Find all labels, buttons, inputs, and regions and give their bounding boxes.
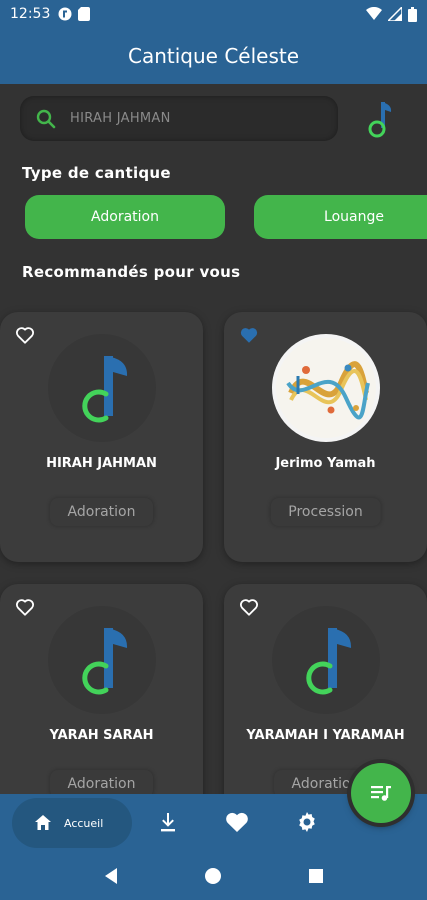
song-name: YARAMAH I YARAMAH [246, 728, 405, 743]
music-note-icon [306, 628, 352, 695]
song-type-badge: Procession [270, 498, 381, 526]
search-row [20, 96, 407, 141]
app-title: Cantique Céleste [127, 44, 300, 68]
song-artwork [48, 334, 156, 442]
settings-icon[interactable] [295, 810, 319, 834]
nav-item-home[interactable]: Accueil [12, 798, 132, 848]
search-box[interactable] [20, 96, 338, 141]
music-sheet-image [276, 338, 376, 438]
playlist-fab[interactable] [351, 763, 411, 823]
signal-icon [388, 7, 402, 21]
heart-filled-icon[interactable] [239, 326, 259, 344]
recents-icon[interactable] [308, 868, 324, 884]
song-artwork [48, 606, 156, 714]
home-circle-icon[interactable] [204, 867, 222, 885]
song-artwork [272, 606, 380, 714]
song-name: YARAH SARAH [49, 728, 154, 743]
sim-card-icon [78, 7, 91, 21]
battery-icon [408, 6, 417, 22]
playlist-music-icon [371, 786, 391, 801]
home-icon [35, 815, 51, 830]
main-content[interactable]: Type de cantique Adoration Louange Recom… [0, 84, 427, 794]
wifi-icon [366, 7, 382, 20]
song-name: HIRAH JAHMAN [46, 456, 157, 471]
nav-home-label: Accueil [64, 816, 104, 830]
song-artwork [272, 334, 380, 442]
download-icon[interactable] [156, 810, 180, 834]
status-bar: 12:53 [0, 0, 427, 28]
chip-list: Adoration Louange [25, 195, 427, 239]
song-name: Jerimo Yamah [275, 456, 376, 471]
music-note-icon [82, 628, 128, 695]
status-time: 12:53 [10, 6, 51, 22]
song-card[interactable]: YARAH SARAH Adoration [0, 584, 203, 794]
song-type-badge: Adoration [49, 498, 154, 526]
music-note-button[interactable] [354, 96, 404, 141]
song-type-badge: Adoration [49, 770, 154, 794]
music-note-icon [368, 101, 392, 137]
search-input[interactable] [70, 111, 310, 126]
heart-outline-icon[interactable] [15, 598, 35, 616]
app-bar: Cantique Céleste [0, 28, 427, 84]
back-icon[interactable] [103, 867, 119, 885]
heart-nav-icon[interactable] [225, 810, 249, 834]
heart-outline-icon[interactable] [15, 326, 35, 344]
song-card[interactable]: YARAMAH I YARAMAH Adoration [224, 584, 427, 794]
song-card[interactable]: Jerimo Yamah Procession [224, 312, 427, 562]
search-icon [36, 109, 56, 128]
chip-adoration[interactable]: Adoration [25, 195, 225, 239]
app-notification-icon [58, 7, 72, 21]
section-title-types: Type de cantique [22, 164, 171, 182]
heart-outline-icon[interactable] [239, 598, 259, 616]
section-title-recommended: Recommandés pour vous [22, 263, 241, 281]
system-nav-bar [0, 852, 427, 900]
song-card[interactable]: HIRAH JAHMAN Adoration [0, 312, 203, 562]
chip-louange[interactable]: Louange [254, 195, 427, 239]
music-note-icon [82, 356, 128, 423]
